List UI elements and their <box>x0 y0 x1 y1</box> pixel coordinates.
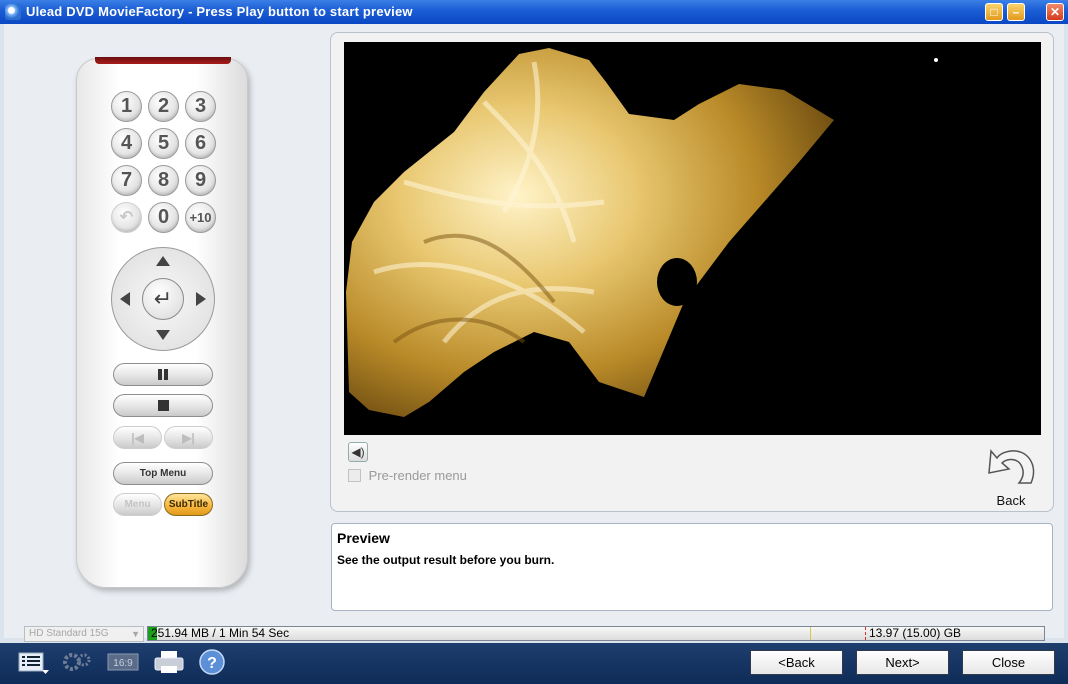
capacity-marker <box>810 627 811 640</box>
disc-type-value: HD Standard 15G <box>29 628 109 639</box>
enter-icon[interactable]: ↵ <box>142 278 184 320</box>
prev-chapter-button[interactable]: |◀ <box>113 426 162 449</box>
preview-back-label: Back <box>996 493 1026 508</box>
svg-text:16:9: 16:9 <box>113 658 133 669</box>
preview-frame-image <box>346 48 938 417</box>
digit-7-button[interactable]: 7 <box>111 165 142 196</box>
digit-1-button[interactable]: 1 <box>111 91 142 122</box>
chevron-down-icon: ▼ <box>131 629 140 639</box>
close-button[interactable]: Close <box>962 650 1055 675</box>
info-description: See the output result before you burn. <box>337 553 555 567</box>
next-button[interactable]: Next> <box>856 650 949 675</box>
navigation-pad: ↵ <box>111 247 215 351</box>
digit-4-button[interactable]: 4 <box>111 128 142 159</box>
disc-capacity-text: 13.97 (15.00) GB <box>869 626 962 640</box>
aspect-ratio-icon[interactable]: 16:9 <box>106 648 140 676</box>
down-arrow-icon[interactable] <box>156 330 170 340</box>
print-icon[interactable] <box>152 648 186 676</box>
digit-3-button[interactable]: 3 <box>185 91 216 122</box>
settings-gear-icon[interactable] <box>60 648 94 676</box>
restore-button[interactable]: □ <box>985 3 1003 21</box>
digit-9-button[interactable]: 9 <box>185 165 216 196</box>
subtitle-button[interactable]: SubTitle <box>164 493 213 516</box>
back-button[interactable]: <Back <box>750 650 843 675</box>
project-list-icon[interactable] <box>16 648 50 676</box>
disc-type-select[interactable]: HD Standard 15G ▼ <box>24 626 144 642</box>
menu-button[interactable]: Menu <box>113 493 162 516</box>
speaker-icon[interactable]: ◀) <box>348 442 368 462</box>
preview-back-button[interactable]: Back <box>981 445 1041 508</box>
prerender-checkbox[interactable]: Pre-render menu <box>348 468 467 483</box>
prev-chapter-icon: |◀ <box>131 431 144 445</box>
pause-button[interactable] <box>113 363 213 386</box>
pause-icon <box>158 369 168 380</box>
right-arrow-icon[interactable] <box>196 292 206 306</box>
digit-6-button[interactable]: 6 <box>185 128 216 159</box>
bottom-toolbar: 16:9 ? <Back Next> Close <box>0 643 1068 684</box>
help-icon[interactable]: ? <box>196 648 230 676</box>
used-space-text: 251.94 MB / 1 Min 54 Sec <box>151 626 290 640</box>
left-arrow-icon[interactable] <box>120 292 130 306</box>
app-icon <box>5 4 21 20</box>
next-chapter-button[interactable]: ▶| <box>164 426 213 449</box>
stop-icon <box>157 400 169 411</box>
remote-control: 1 2 3 4 5 6 7 8 9 ↶ 0 +10 ↵ |◀ ▶| Top Me… <box>76 57 248 588</box>
prerender-checkbox-box[interactable] <box>348 469 361 482</box>
plus10-button[interactable]: +10 <box>185 202 216 233</box>
digit-5-button[interactable]: 5 <box>148 128 179 159</box>
up-arrow-icon[interactable] <box>156 256 170 266</box>
close-window-button[interactable]: ✕ <box>1046 3 1064 21</box>
capacity-limit-marker <box>865 627 866 640</box>
return-icon[interactable]: ↶ <box>111 202 142 233</box>
digit-0-button[interactable]: 0 <box>148 202 179 233</box>
disc-capacity-bar: 251.94 MB / 1 Min 54 Sec 13.97 (15.00) G… <box>147 626 1045 641</box>
minimize-button[interactable]: – <box>1007 3 1025 21</box>
next-chapter-icon: ▶| <box>182 431 195 445</box>
info-heading: Preview <box>337 530 390 546</box>
preview-panel: ◀) Pre-render menu Back <box>330 32 1054 512</box>
back-arrow-icon <box>988 449 1035 484</box>
digit-8-button[interactable]: 8 <box>148 165 179 196</box>
window-title: Ulead DVD MovieFactory - Press Play butt… <box>26 4 413 19</box>
digit-2-button[interactable]: 2 <box>148 91 179 122</box>
prerender-label: Pre-render menu <box>368 468 467 483</box>
top-menu-button[interactable]: Top Menu <box>113 462 213 485</box>
video-preview[interactable] <box>344 42 1041 435</box>
title-bar: Ulead DVD MovieFactory - Press Play butt… <box>0 0 1068 24</box>
svg-text:?: ? <box>207 655 217 672</box>
info-panel: Preview See the output result before you… <box>331 523 1053 611</box>
stop-button[interactable] <box>113 394 213 417</box>
remote-led-bar <box>95 57 231 64</box>
